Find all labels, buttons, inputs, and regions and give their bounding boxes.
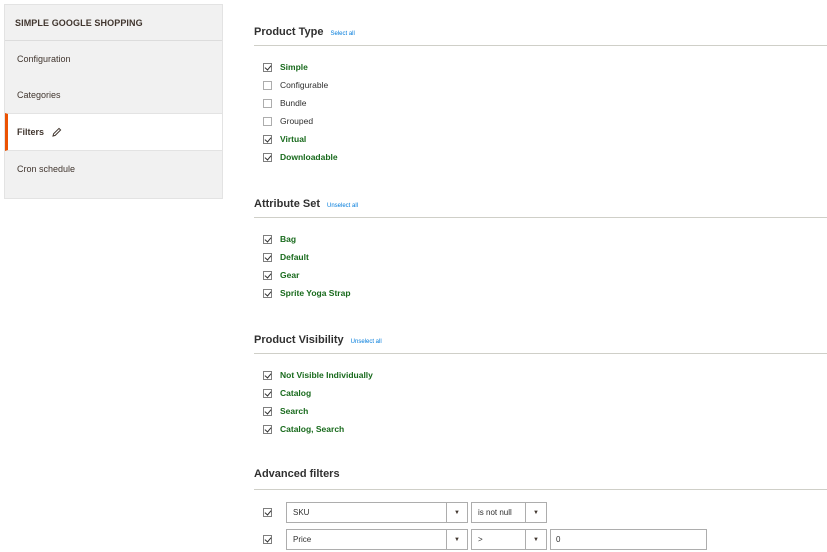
checkbox-label: Not Visible Individually xyxy=(280,370,373,380)
product-visibility-section: Product Visibility Unselect all Not Visi… xyxy=(254,334,827,438)
filter-row-checkbox[interactable] xyxy=(263,535,272,544)
advanced-filters-section: Advanced filters xyxy=(254,468,827,490)
pencil-icon xyxy=(52,127,62,137)
checkbox[interactable] xyxy=(263,62,272,72)
checkbox[interactable] xyxy=(263,80,272,90)
checkbox[interactable] xyxy=(263,388,272,398)
checkbox-row[interactable]: Gear xyxy=(254,266,827,284)
checkbox[interactable] xyxy=(263,252,272,262)
sidebar-item-label: Filters xyxy=(17,127,45,137)
attribute-set-section: Attribute Set Unselect all Bag Default G… xyxy=(254,198,827,302)
unselect-all-link[interactable]: Unselect all xyxy=(351,339,382,345)
section-title: Product Visibility xyxy=(254,334,344,346)
chevron-down-icon: ▼ xyxy=(525,530,546,549)
select-all-link[interactable]: Select all xyxy=(330,31,354,37)
checkbox-row[interactable]: Bag xyxy=(254,230,827,248)
sidebar-item-label: Configuration xyxy=(17,54,71,64)
sidebar-item-filters[interactable]: Filters xyxy=(5,113,222,151)
checkbox-row[interactable]: Grouped xyxy=(254,112,827,130)
sidebar: SIMPLE GOOGLE SHOPPING Configuration Cat… xyxy=(4,4,223,199)
checkbox-label: Downloadable xyxy=(280,152,338,162)
checkbox-label: Configurable xyxy=(280,80,329,90)
checkbox-label: Gear xyxy=(280,270,300,280)
checkbox-row[interactable]: Simple xyxy=(254,58,827,76)
checkbox-row[interactable]: Catalog xyxy=(254,384,827,402)
checkbox-row[interactable]: Catalog, Search xyxy=(254,420,827,438)
section-title: Advanced filters xyxy=(254,468,340,480)
checkbox[interactable] xyxy=(263,370,272,380)
checkbox-label: Grouped xyxy=(280,116,314,126)
filter-value-input[interactable]: 0 xyxy=(550,529,707,550)
attribute-select-value: SKU xyxy=(293,508,310,517)
checkbox-row[interactable]: Virtual xyxy=(254,130,827,148)
checkbox-label: Sprite Yoga Strap xyxy=(280,288,351,298)
checkbox-row[interactable]: Bundle xyxy=(254,94,827,112)
unselect-all-link[interactable]: Unselect all xyxy=(327,203,358,209)
sidebar-item-label: Cron schedule xyxy=(17,164,76,174)
condition-select[interactable]: is not null ▼ xyxy=(471,502,547,523)
checkbox-label: Bag xyxy=(280,234,297,244)
chevron-down-icon: ▼ xyxy=(446,503,467,522)
filter-row: SKU ▼ is not null ▼ xyxy=(254,502,547,523)
checkbox-row[interactable]: Configurable xyxy=(254,76,827,94)
sidebar-item-cron-schedule[interactable]: Cron schedule xyxy=(5,151,222,187)
attribute-select[interactable]: SKU ▼ xyxy=(286,502,468,523)
checkbox-row[interactable]: Default xyxy=(254,248,827,266)
filter-row-checkbox[interactable] xyxy=(263,508,272,517)
checkbox[interactable] xyxy=(263,134,272,144)
checkbox[interactable] xyxy=(263,98,272,108)
checkbox-label: Simple xyxy=(280,62,308,72)
checkbox[interactable] xyxy=(263,424,272,434)
sidebar-title: SIMPLE GOOGLE SHOPPING xyxy=(5,5,222,41)
checkbox[interactable] xyxy=(263,152,272,162)
checkbox-row[interactable]: Not Visible Individually xyxy=(254,366,827,384)
section-title: Product Type xyxy=(254,26,324,38)
chevron-down-icon: ▼ xyxy=(446,530,467,549)
product-type-section: Product Type Select all Simple Configura… xyxy=(254,26,827,166)
checkbox-label: Catalog, Search xyxy=(280,424,345,434)
condition-select-value: > xyxy=(478,535,483,544)
checkbox-row[interactable]: Search xyxy=(254,402,827,420)
condition-select[interactable]: > ▼ xyxy=(471,529,547,550)
chevron-down-icon: ▼ xyxy=(525,503,546,522)
checkbox-label: Search xyxy=(280,406,309,416)
sidebar-item-label: Categories xyxy=(17,90,61,100)
attribute-select[interactable]: Price ▼ xyxy=(286,529,468,550)
section-header: Attribute Set Unselect all xyxy=(254,198,827,218)
checkbox-label: Virtual xyxy=(280,134,307,144)
sidebar-item-categories[interactable]: Categories xyxy=(5,77,222,113)
checkbox[interactable] xyxy=(263,288,272,298)
condition-select-value: is not null xyxy=(478,508,512,517)
checkbox[interactable] xyxy=(263,116,272,126)
sidebar-item-configuration[interactable]: Configuration xyxy=(5,41,222,77)
checkbox-row[interactable]: Sprite Yoga Strap xyxy=(254,284,827,302)
checkbox-label: Catalog xyxy=(280,388,312,398)
filter-value-text: 0 xyxy=(556,535,561,544)
section-header: Product Visibility Unselect all xyxy=(254,334,827,354)
checkbox-label: Default xyxy=(280,252,309,262)
checkbox-label: Bundle xyxy=(280,98,307,108)
section-title: Attribute Set xyxy=(254,198,320,210)
attribute-select-value: Price xyxy=(293,535,312,544)
section-header: Product Type Select all xyxy=(254,26,827,46)
section-header: Advanced filters xyxy=(254,468,827,490)
checkbox[interactable] xyxy=(263,234,272,244)
filter-row: Price ▼ > ▼ 0 xyxy=(254,529,707,550)
checkbox[interactable] xyxy=(263,406,272,416)
checkbox[interactable] xyxy=(263,270,272,280)
checkbox-row[interactable]: Downloadable xyxy=(254,148,827,166)
